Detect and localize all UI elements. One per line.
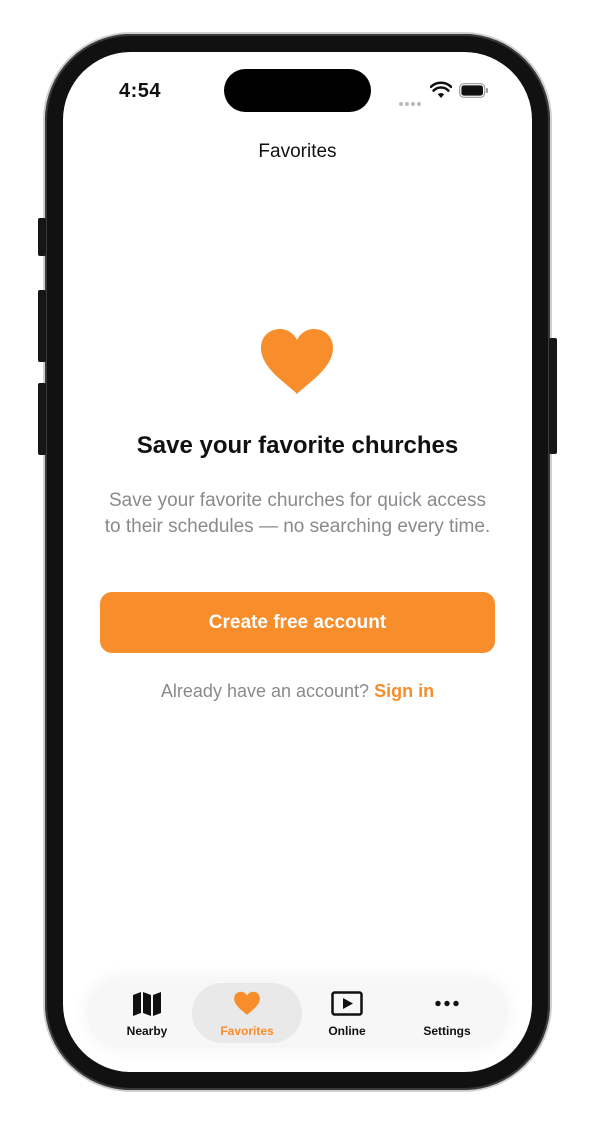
more-icon [435, 1000, 459, 1007]
status-time: 4:54 [119, 80, 162, 102]
page-title: Favorites [258, 141, 337, 162]
signin-prompt: Already have an account? [160, 681, 370, 701]
signin-link[interactable]: Sign in [374, 681, 434, 701]
tab-nearby[interactable]: Nearby [97, 983, 197, 1043]
tab-label: Online [328, 1024, 366, 1038]
tab-label: Favorites [220, 1024, 274, 1038]
volume-up-button [38, 290, 46, 362]
heart-icon [261, 329, 333, 394]
dynamic-island [224, 69, 371, 112]
tab-online[interactable]: Online [297, 983, 397, 1043]
tab-settings[interactable]: Settings [397, 983, 497, 1043]
empty-state-description: Save your favorite churches for quick ac… [104, 490, 491, 537]
app-screen: 4:54 Favorites Save your favorite church… [63, 52, 532, 1072]
battery-icon [459, 83, 488, 98]
cellular-signal-icon [399, 93, 423, 111]
map-icon [133, 992, 161, 1016]
empty-state-title: Save your favorite churches [136, 432, 459, 459]
volume-down-button [38, 383, 46, 455]
signin-row: Already have an account? Sign in [63, 681, 532, 702]
play-icon [331, 991, 363, 1016]
create-account-button[interactable]: Create free account [100, 592, 495, 653]
tab-favorites[interactable]: Favorites [192, 983, 302, 1043]
power-button [549, 338, 557, 454]
action-button [38, 218, 46, 256]
heart-icon [234, 991, 260, 1015]
tab-label: Settings [423, 1024, 471, 1038]
tab-bar: Nearby Favorites Online Settings [87, 978, 508, 1048]
tab-label: Nearby [126, 1024, 168, 1038]
wifi-icon [430, 81, 452, 98]
